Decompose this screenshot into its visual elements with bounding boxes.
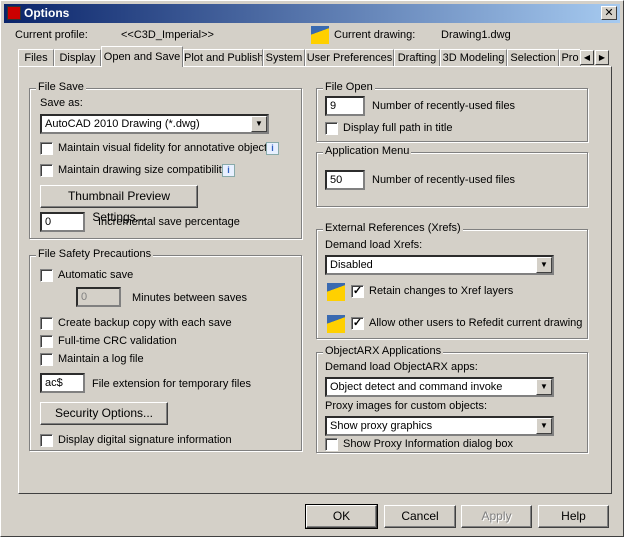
- tab-scroll-left-icon[interactable]: ◀: [580, 50, 594, 65]
- size-compat-checkbox[interactable]: [40, 164, 53, 177]
- current-profile-value: <<C3D_Imperial>>: [121, 29, 214, 41]
- tab-profiles[interactable]: Pro: [559, 49, 581, 67]
- minutes-label: Minutes between saves: [132, 292, 247, 304]
- automatic-save-label: Automatic save: [58, 269, 134, 281]
- chevron-down-icon[interactable]: ▼: [536, 257, 552, 273]
- visual-fidelity-checkbox[interactable]: [40, 142, 53, 155]
- backup-label: Create backup copy with each save: [58, 317, 232, 329]
- incremental-save-label: Incremental save percentage: [98, 216, 240, 228]
- current-profile-label: Current profile:: [15, 29, 88, 41]
- backup-checkbox[interactable]: [40, 317, 53, 330]
- temp-extension-input[interactable]: ac$: [40, 373, 85, 393]
- objectarx-title: ObjectARX Applications: [323, 345, 444, 357]
- drawing-setting-icon: [327, 315, 345, 333]
- demand-xrefs-value: Disabled: [330, 259, 373, 271]
- demand-arx-select[interactable]: Object detect and command invoke ▼: [325, 377, 554, 397]
- file-open-title: File Open: [323, 81, 375, 93]
- objectarx-group: ObjectARX Applications Demand load Objec…: [316, 345, 588, 453]
- recent-files-label: Number of recently-used files: [372, 100, 516, 112]
- save-as-value: AutoCAD 2010 Drawing (*.dwg): [45, 118, 200, 130]
- help-button[interactable]: Help: [538, 505, 609, 528]
- demand-arx-label: Demand load ObjectARX apps:: [325, 361, 478, 373]
- tab-drafting[interactable]: Drafting: [394, 49, 440, 67]
- file-safety-group: File Safety Precautions Automatic save 0…: [29, 248, 302, 451]
- tab-scroll-right-icon[interactable]: ▶: [595, 50, 609, 65]
- tab-plot-and-publish[interactable]: Plot and Publish: [183, 49, 263, 67]
- options-dialog: Options ✕ Current profile: <<C3D_Imperia…: [0, 0, 624, 537]
- file-safety-title: File Safety Precautions: [36, 248, 154, 260]
- current-drawing-label: Current drawing:: [334, 29, 416, 41]
- apply-button[interactable]: Apply: [461, 505, 532, 528]
- close-button[interactable]: ✕: [601, 6, 617, 20]
- xrefs-group: External References (Xrefs) Demand load …: [316, 222, 588, 339]
- file-save-group: File Save Save as: AutoCAD 2010 Drawing …: [29, 81, 302, 239]
- tab-open-and-save[interactable]: Open and Save: [101, 46, 183, 67]
- tab-selection[interactable]: Selection: [507, 49, 559, 67]
- current-drawing-value: Drawing1.dwg: [441, 29, 511, 41]
- log-file-label: Maintain a log file: [58, 353, 144, 365]
- incremental-save-input[interactable]: 0: [40, 212, 85, 232]
- refedit-checkbox[interactable]: ✓: [351, 317, 364, 330]
- menu-recent-files-label: Number of recently-used files: [372, 174, 516, 186]
- xrefs-title: External References (Xrefs): [323, 222, 463, 234]
- drawing-setting-icon: [327, 283, 345, 301]
- chevron-down-icon[interactable]: ▼: [536, 379, 552, 395]
- thumbnail-preview-settings-button[interactable]: Thumbnail Preview Settings...: [40, 185, 198, 224]
- title-bar: Options ✕: [4, 4, 620, 23]
- demand-xrefs-label: Demand load Xrefs:: [325, 239, 423, 251]
- tab-files[interactable]: Files: [18, 49, 54, 67]
- minutes-input[interactable]: 0: [76, 287, 121, 307]
- drawing-icon: [311, 26, 329, 44]
- retain-xref-label: Retain changes to Xref layers: [369, 285, 514, 297]
- digital-signature-checkbox[interactable]: [40, 434, 53, 447]
- crc-label: Full-time CRC validation: [58, 335, 177, 347]
- full-path-checkbox[interactable]: [325, 122, 338, 135]
- log-file-checkbox[interactable]: [40, 353, 53, 366]
- size-compat-label: Maintain drawing size compatibility: [58, 164, 228, 176]
- proxy-images-select[interactable]: Show proxy graphics ▼: [325, 416, 554, 436]
- application-menu-group: Application Menu 50 Number of recently-u…: [316, 145, 588, 207]
- crc-checkbox[interactable]: [40, 335, 53, 348]
- recent-files-input[interactable]: 9: [325, 96, 365, 116]
- visual-fidelity-label: Maintain visual fidelity for annotative …: [58, 142, 273, 154]
- cancel-button[interactable]: Cancel: [384, 505, 456, 528]
- tab-3d-modeling[interactable]: 3D Modeling: [440, 49, 507, 67]
- temp-extension-label: File extension for temporary files: [92, 378, 251, 390]
- tab-display[interactable]: Display: [54, 49, 101, 67]
- window-title: Options: [24, 6, 70, 20]
- file-open-group: File Open 9 Number of recently-used file…: [316, 81, 588, 142]
- ok-button[interactable]: OK: [305, 504, 378, 529]
- chevron-down-icon[interactable]: ▼: [536, 418, 552, 434]
- tab-system[interactable]: System: [263, 49, 305, 67]
- tab-user-preferences[interactable]: User Preferences: [305, 49, 394, 67]
- demand-arx-value: Object detect and command invoke: [330, 381, 503, 393]
- full-path-label: Display full path in title: [343, 122, 453, 134]
- app-icon: [7, 6, 21, 20]
- refedit-label: Allow other users to Refedit current dra…: [369, 317, 583, 329]
- file-save-title: File Save: [36, 81, 86, 93]
- application-menu-title: Application Menu: [323, 145, 412, 157]
- chevron-down-icon[interactable]: ▼: [251, 116, 267, 132]
- demand-xrefs-select[interactable]: Disabled ▼: [325, 255, 554, 275]
- digital-signature-label: Display digital signature information: [58, 434, 232, 446]
- save-as-select[interactable]: AutoCAD 2010 Drawing (*.dwg) ▼: [40, 114, 269, 134]
- save-as-label: Save as:: [40, 97, 83, 109]
- menu-recent-files-input[interactable]: 50: [325, 170, 365, 190]
- proxy-dialog-checkbox[interactable]: [325, 438, 338, 451]
- info-icon[interactable]: i: [222, 164, 235, 177]
- security-options-button[interactable]: Security Options...: [40, 402, 168, 425]
- proxy-images-value: Show proxy graphics: [330, 420, 433, 432]
- retain-xref-checkbox[interactable]: ✓: [351, 285, 364, 298]
- info-icon[interactable]: i: [266, 142, 279, 155]
- automatic-save-checkbox[interactable]: [40, 269, 53, 282]
- proxy-images-label: Proxy images for custom objects:: [325, 400, 488, 412]
- proxy-dialog-label: Show Proxy Information dialog box: [343, 438, 513, 450]
